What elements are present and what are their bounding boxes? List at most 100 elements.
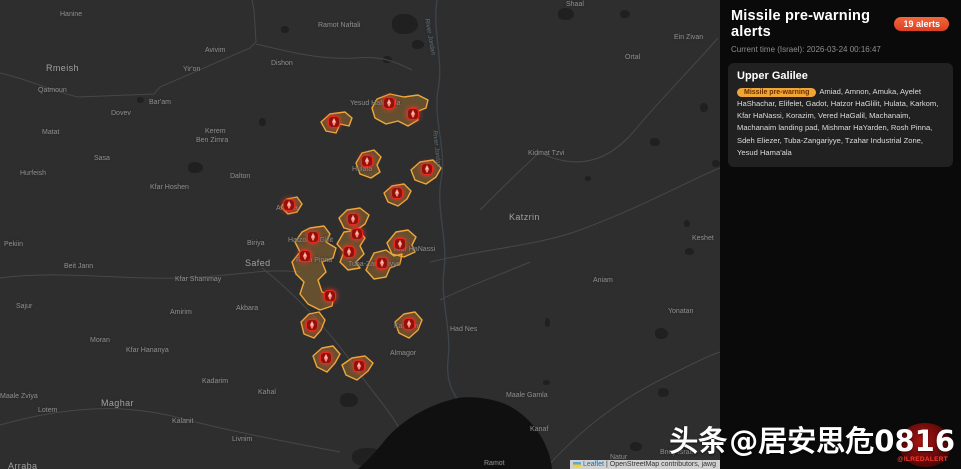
map-label: Hurfeish	[20, 170, 46, 177]
missile-alert-marker-icon[interactable]	[299, 250, 311, 262]
leaflet-link[interactable]: Leaflet	[583, 461, 604, 468]
alert-locations: Amiad, Amnon, Amuka, Ayelet HaShachar, E…	[737, 87, 938, 157]
terrain-patch	[620, 10, 630, 18]
map-label: Amirim	[170, 309, 192, 316]
map-label: Moran	[90, 337, 110, 344]
map-label: Lotem	[38, 407, 57, 414]
terrain-patch	[545, 318, 550, 327]
watermark-stamp-text: @ILREDALERT	[897, 456, 948, 463]
terrain-patch	[650, 138, 660, 146]
missile-alert-marker-icon[interactable]	[351, 228, 363, 240]
terrain-patch	[655, 328, 668, 339]
panel-header: Missile pre-warning alerts 19 alerts	[720, 0, 961, 40]
map-label: Had Nes	[450, 326, 477, 333]
terrain-patch	[658, 388, 669, 397]
map-label: Kanaf	[530, 426, 548, 433]
watermark-platform: 头条	[669, 424, 727, 458]
terrain-patch	[558, 8, 574, 20]
map-label: River Jordan	[423, 18, 436, 56]
map-label: Rmeish	[46, 63, 79, 73]
missile-alert-marker-icon[interactable]	[347, 213, 359, 225]
missile-alert-marker-icon[interactable]	[353, 360, 365, 372]
terrain-patch	[630, 442, 642, 451]
panel-title: Missile pre-warning alerts	[731, 8, 894, 40]
missile-alert-marker-icon[interactable]	[421, 163, 433, 175]
terrain-patch	[700, 103, 708, 112]
map-label: Tuba-Zangariyye	[348, 261, 401, 268]
map-label: Kfar Hananya	[126, 347, 169, 354]
map-label: Pekiin	[4, 241, 23, 248]
map-label: Kalanit	[172, 418, 193, 425]
terrain-patch	[685, 248, 694, 255]
map-label: Dishon	[271, 60, 293, 67]
terrain-patch	[137, 97, 144, 103]
map-label: Ramot	[484, 460, 505, 467]
missile-alert-marker-icon[interactable]	[361, 155, 373, 167]
alerts-count-badge: 19 alerts	[894, 17, 949, 31]
map-label: Qatmoun	[38, 87, 67, 94]
map-attribution: Leaflet | OpenStreetMap contributors, ja…	[570, 460, 720, 469]
map-label: Matat	[42, 129, 60, 136]
missile-alert-marker-icon[interactable]	[343, 246, 355, 258]
map-label: Keshet	[692, 235, 714, 242]
map-label: Kidmat Tzvi	[528, 150, 564, 157]
terrain-patch	[392, 14, 418, 34]
alerts-panel: Missile pre-warning alerts 19 alerts Cur…	[720, 0, 961, 469]
map-label: Hanine	[60, 11, 82, 18]
missile-alert-marker-icon[interactable]	[383, 97, 395, 109]
map-label: Kahal	[258, 389, 276, 396]
terrain-patch	[412, 40, 424, 49]
terrain-patch	[712, 160, 720, 167]
map-label: Sajur	[16, 303, 32, 310]
map-label: Maghar	[101, 398, 134, 408]
terrain-patch	[543, 380, 550, 385]
map-label: Ramot Naftali	[318, 22, 360, 29]
map-label: Bar'am	[149, 99, 171, 106]
region-body: Missile pre-warningAmiad, Amnon, Amuka, …	[737, 86, 944, 159]
terrain-patch	[259, 118, 266, 126]
map-canvas[interactable]: HanineRamot NaftaliShaalEin ZivanOrtalAv…	[0, 0, 720, 469]
attribution-text: | OpenStreetMap contributors, jawg	[606, 461, 716, 468]
missile-alert-marker-icon[interactable]	[306, 319, 318, 331]
missile-alert-marker-icon[interactable]	[320, 352, 332, 364]
terrain-patch	[352, 448, 386, 466]
missile-alert-marker-icon[interactable]	[324, 290, 336, 302]
map-label: Ein Zivan	[674, 34, 703, 41]
map-label: Dovev	[111, 110, 131, 117]
region-title: Upper Galilee	[737, 70, 944, 82]
map-label: Biriya	[247, 240, 265, 247]
missile-alert-marker-icon[interactable]	[283, 199, 295, 211]
map-label: Almagor	[390, 350, 416, 357]
map-label: Maale Zviya	[0, 393, 38, 400]
map-label: Maale Gamla	[506, 392, 548, 399]
lake-kinneret	[358, 397, 552, 469]
terrain-patch	[340, 393, 358, 407]
terrain-patch	[281, 26, 289, 33]
missile-alert-marker-icon[interactable]	[403, 318, 415, 330]
missile-alert-marker-icon[interactable]	[307, 231, 319, 243]
missile-alert-marker-icon[interactable]	[394, 238, 406, 250]
missile-alert-marker-icon[interactable]	[407, 108, 419, 120]
terrain-patch	[188, 162, 203, 173]
map-label: Arraba	[8, 461, 37, 469]
current-time: Current time (Israel): 2026-03-24 00:16:…	[720, 40, 961, 54]
terrain-patch	[383, 56, 392, 63]
map-label: Kfar Shammay	[175, 276, 221, 283]
map-label: Kerem	[205, 128, 226, 135]
map-label: Livnim	[232, 436, 252, 443]
map-label: Ortal	[625, 54, 640, 61]
map-label: Ben Zimra	[196, 137, 228, 144]
map-label: Aniam	[593, 277, 613, 284]
app-root: HanineRamot NaftaliShaalEin ZivanOrtalAv…	[0, 0, 961, 469]
map-label: Sasa	[94, 155, 110, 162]
missile-alert-marker-icon[interactable]	[391, 187, 403, 199]
map-label: Beit Jann	[64, 263, 93, 270]
watermark-handle: @居安思危0816	[729, 424, 955, 458]
region-alert-card[interactable]: Upper Galilee Missile pre-warningAmiad, …	[728, 63, 953, 167]
missile-alert-marker-icon[interactable]	[328, 116, 340, 128]
map-label: Kadarim	[202, 378, 228, 385]
alert-zone-polygon[interactable]	[372, 94, 428, 126]
missile-alert-marker-icon[interactable]	[376, 257, 388, 269]
map-label: Kfar Hoshen	[150, 184, 189, 191]
map-label: Safed	[245, 258, 271, 268]
